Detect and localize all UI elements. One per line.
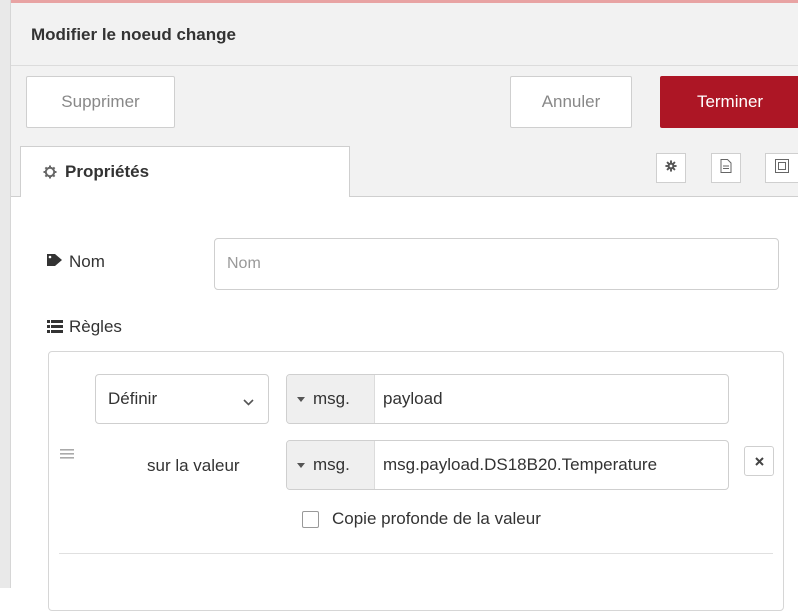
rules-label: Règles bbox=[69, 317, 122, 336]
rule-action-value: Définir bbox=[108, 389, 158, 408]
value-type-selector[interactable]: msg. bbox=[287, 441, 375, 489]
list-icon bbox=[47, 320, 63, 338]
value-label: sur la valeur bbox=[147, 456, 240, 475]
remove-rule-button[interactable] bbox=[744, 446, 774, 476]
drag-handle-icon[interactable] bbox=[60, 447, 74, 465]
delete-button[interactable]: Supprimer bbox=[26, 76, 175, 128]
close-icon bbox=[754, 453, 764, 469]
value-value: msg.payload.DS18B20.Temperature bbox=[383, 455, 658, 474]
properties-panel: Nom Règles Définir msg. payload bbox=[11, 197, 798, 611]
gear-icon bbox=[665, 159, 677, 177]
tab-bar: Propriétés bbox=[11, 141, 798, 197]
rule-value-input[interactable]: msg. msg.payload.DS18B20.Temperature bbox=[286, 440, 729, 490]
tab-properties[interactable]: Propriétés bbox=[20, 146, 350, 197]
gear-icon bbox=[43, 165, 57, 179]
frame-icon bbox=[775, 158, 789, 178]
description-tab-button[interactable] bbox=[711, 153, 741, 183]
dialog-toolbar: Supprimer Annuler Terminer bbox=[11, 66, 798, 141]
rule-target-input[interactable]: msg. payload bbox=[286, 374, 729, 424]
settings-tab-button[interactable] bbox=[656, 153, 686, 183]
deep-copy-checkbox[interactable] bbox=[302, 511, 319, 528]
tab-properties-label: Propriétés bbox=[65, 162, 150, 181]
document-icon bbox=[720, 158, 732, 178]
name-label: Nom bbox=[69, 252, 105, 271]
left-edge-panel bbox=[0, 0, 11, 588]
target-type-selector[interactable]: msg. bbox=[287, 375, 375, 423]
caret-down-icon bbox=[297, 462, 305, 468]
done-button[interactable]: Terminer bbox=[660, 76, 798, 128]
appearance-tab-button[interactable] bbox=[765, 153, 798, 183]
deep-copy-label: Copie profonde de la valeur bbox=[332, 509, 541, 528]
target-value: payload bbox=[383, 389, 443, 408]
caret-down-icon bbox=[297, 396, 305, 402]
target-type-label: msg. bbox=[313, 389, 350, 408]
tag-icon bbox=[47, 253, 63, 272]
name-input[interactable] bbox=[214, 238, 779, 290]
chevron-down-icon bbox=[243, 393, 254, 411]
rule-divider bbox=[59, 553, 773, 554]
rules-list: Définir msg. payload sur la valeur msg. … bbox=[48, 351, 784, 611]
value-type-label: msg. bbox=[313, 455, 350, 474]
cancel-button[interactable]: Annuler bbox=[510, 76, 632, 128]
rule-action-select[interactable]: Définir bbox=[95, 374, 269, 424]
dialog-header: Modifier le noeud change bbox=[11, 3, 798, 66]
dialog-title: Modifier le noeud change bbox=[31, 25, 236, 44]
